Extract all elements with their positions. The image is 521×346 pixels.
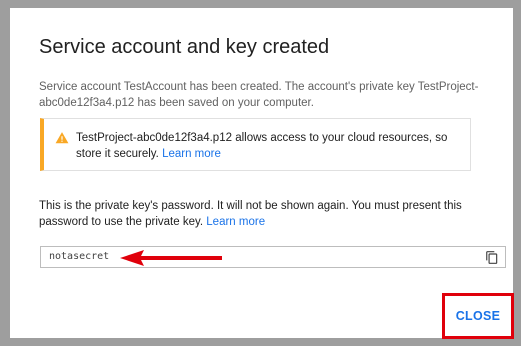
close-button[interactable]: CLOSE — [445, 296, 511, 336]
close-highlight-box: CLOSE — [442, 293, 514, 339]
dialog-title: Service account and key created — [39, 36, 330, 58]
warning-box: TestProject-abc0de12f3a4.p12 allows acce… — [40, 118, 471, 171]
copy-icon[interactable] — [485, 250, 499, 265]
warning-message: TestProject-abc0de12f3a4.p12 allows acce… — [76, 130, 468, 162]
annotation-arrow — [120, 250, 222, 266]
service-account-dialog: Service account and key created Service … — [10, 8, 514, 339]
warning-learn-more-link[interactable]: Learn more — [162, 148, 221, 160]
warning-text: TestProject-abc0de12f3a4.p12 allows acce… — [76, 132, 448, 160]
password-field[interactable]: notasecret — [40, 246, 506, 268]
password-info: This is the private key's password. It w… — [39, 198, 479, 230]
password-value[interactable]: notasecret — [49, 251, 109, 262]
password-learn-more-link[interactable]: Learn more — [206, 216, 265, 228]
warning-triangle-icon — [55, 132, 69, 144]
dialog-description: Service account TestAccount has been cre… — [39, 81, 479, 109]
